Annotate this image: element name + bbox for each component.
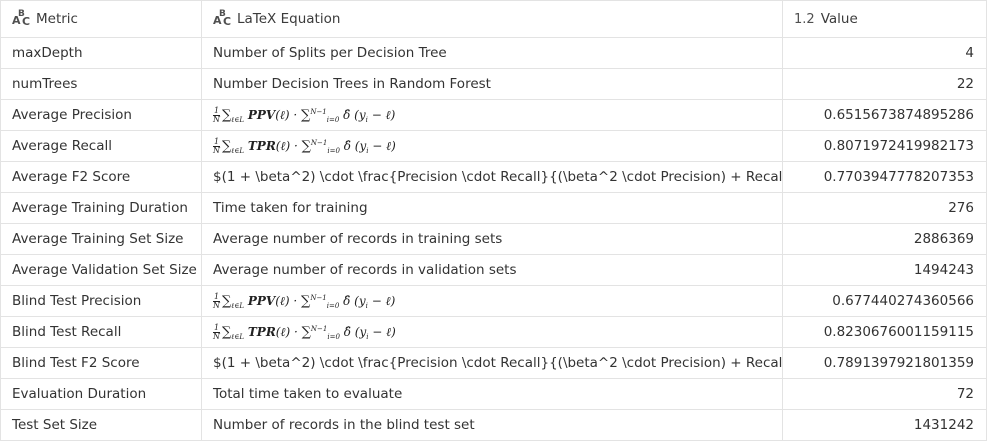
table-row[interactable]: Average Training Set Size Average number … bbox=[0, 223, 987, 255]
metric-cell: Average F2 Score bbox=[0, 161, 202, 193]
table-row[interactable]: Test Set Size Number of records in the bl… bbox=[0, 409, 987, 441]
equation-cell: Time taken for training bbox=[201, 192, 783, 224]
equation-cell: $(1 + \beta^2) \cdot \frac{Precision \cd… bbox=[201, 347, 783, 379]
equation-cell: Number of records in the blind test set bbox=[201, 409, 783, 441]
metric-cell: Average Recall bbox=[0, 130, 202, 162]
value-cell: 0.677440274360566 bbox=[782, 285, 987, 317]
table-row[interactable]: Blind Test Precision 1 N ∑ℓ∈L PPV(ℓ) · ∑N−1… bbox=[0, 285, 987, 317]
table-row[interactable]: Average Recall 1 N ∑ℓ∈L TPR(ℓ) · ∑N−1i=0 δ̂… bbox=[0, 130, 987, 162]
latex-formula: 1 N ∑ℓ∈L TPR(ℓ) · ∑N−1i=0 δ̂ (yi − ℓ) bbox=[213, 322, 396, 341]
number-type-icon: 1.2 bbox=[794, 11, 815, 27]
text-type-icon: ABC bbox=[213, 9, 232, 28]
value-cell: 72 bbox=[782, 378, 987, 410]
value-cell: 0.8071972419982173 bbox=[782, 130, 987, 162]
equation-cell: 1 N ∑ℓ∈L TPR(ℓ) · ∑N−1i=0 δ̂ (yi − ℓ) bbox=[201, 316, 783, 348]
column-header-label: Value bbox=[820, 11, 858, 27]
column-header-latex-equation[interactable]: ABC LaTeX Equation bbox=[201, 0, 783, 38]
value-cell: 2886369 bbox=[782, 223, 987, 255]
equation-cell: 1 N ∑ℓ∈L TPR(ℓ) · ∑N−1i=0 δ̂ (yi − ℓ) bbox=[201, 130, 783, 162]
metric-cell: Average Precision bbox=[0, 99, 202, 131]
table-row[interactable]: Average Training Duration Time taken for … bbox=[0, 192, 987, 224]
metric-cell: Average Training Duration bbox=[0, 192, 202, 224]
table-row[interactable]: numTrees Number Decision Trees in Random … bbox=[0, 68, 987, 100]
value-cell: 0.7703947778207353 bbox=[782, 161, 987, 193]
equation-cell: 1 N ∑ℓ∈L PPV(ℓ) · ∑N−1i=0 δ̂ (yi − ℓ) bbox=[201, 285, 783, 317]
column-header-metric[interactable]: ABC Metric bbox=[0, 0, 202, 38]
equation-cell: Average number of records in training se… bbox=[201, 223, 783, 255]
metric-cell: maxDepth bbox=[0, 37, 202, 69]
metric-cell: Average Training Set Size bbox=[0, 223, 202, 255]
table-row[interactable]: Blind Test F2 Score $(1 + \beta^2) \cdot … bbox=[0, 347, 987, 379]
latex-formula: 1 N ∑ℓ∈L PPV(ℓ) · ∑N−1i=0 δ̂ (yi − ℓ) bbox=[213, 291, 396, 310]
column-header-label: Metric bbox=[36, 11, 78, 27]
equation-cell: 1 N ∑ℓ∈L PPV(ℓ) · ∑N−1i=0 δ̂ (yi − ℓ) bbox=[201, 99, 783, 131]
table-row[interactable]: maxDepth Number of Splits per Decision Tr… bbox=[0, 37, 987, 69]
results-table: ABC Metric ABC LaTeX Equation 1.2 Value … bbox=[0, 0, 987, 441]
value-cell: 0.6515673874895286 bbox=[782, 99, 987, 131]
equation-cell: $(1 + \beta^2) \cdot \frac{Precision \cd… bbox=[201, 161, 783, 193]
equation-cell: Average number of records in validation … bbox=[201, 254, 783, 286]
metric-cell: Evaluation Duration bbox=[0, 378, 202, 410]
metric-cell: Test Set Size bbox=[0, 409, 202, 441]
table-row[interactable]: Evaluation Duration Total time taken to e… bbox=[0, 378, 987, 410]
metric-cell: Blind Test Precision bbox=[0, 285, 202, 317]
value-cell: 0.7891397921801359 bbox=[782, 347, 987, 379]
table-row[interactable]: Average Precision 1 N ∑ℓ∈L PPV(ℓ) · ∑N−1i=0… bbox=[0, 99, 987, 131]
header-row: ABC Metric ABC LaTeX Equation 1.2 Value bbox=[0, 0, 987, 38]
value-cell: 4 bbox=[782, 37, 987, 69]
latex-formula: 1 N ∑ℓ∈L TPR(ℓ) · ∑N−1i=0 δ̂ (yi − ℓ) bbox=[213, 136, 396, 155]
equation-cell: Number of Splits per Decision Tree bbox=[201, 37, 783, 69]
text-type-icon: ABC bbox=[12, 9, 31, 28]
table-row[interactable]: Average F2 Score $(1 + \beta^2) \cdot \fr… bbox=[0, 161, 987, 193]
table-row[interactable]: Blind Test Recall 1 N ∑ℓ∈L TPR(ℓ) · ∑N−1i=0… bbox=[0, 316, 987, 348]
column-header-label: LaTeX Equation bbox=[237, 11, 341, 27]
value-cell: 1494243 bbox=[782, 254, 987, 286]
metric-cell: Blind Test Recall bbox=[0, 316, 202, 348]
equation-cell: Number Decision Trees in Random Forest bbox=[201, 68, 783, 100]
value-cell: 22 bbox=[782, 68, 987, 100]
latex-formula: 1 N ∑ℓ∈L PPV(ℓ) · ∑N−1i=0 δ̂ (yi − ℓ) bbox=[213, 105, 396, 124]
metric-cell: Average Validation Set Size bbox=[0, 254, 202, 286]
value-cell: 0.8230676001159115 bbox=[782, 316, 987, 348]
equation-cell: Total time taken to evaluate bbox=[201, 378, 783, 410]
value-cell: 1431242 bbox=[782, 409, 987, 441]
table-row[interactable]: Average Validation Set Size Average numbe… bbox=[0, 254, 987, 286]
metric-cell: Blind Test F2 Score bbox=[0, 347, 202, 379]
column-header-value[interactable]: 1.2 Value bbox=[782, 0, 987, 38]
metric-cell: numTrees bbox=[0, 68, 202, 100]
value-cell: 276 bbox=[782, 192, 987, 224]
